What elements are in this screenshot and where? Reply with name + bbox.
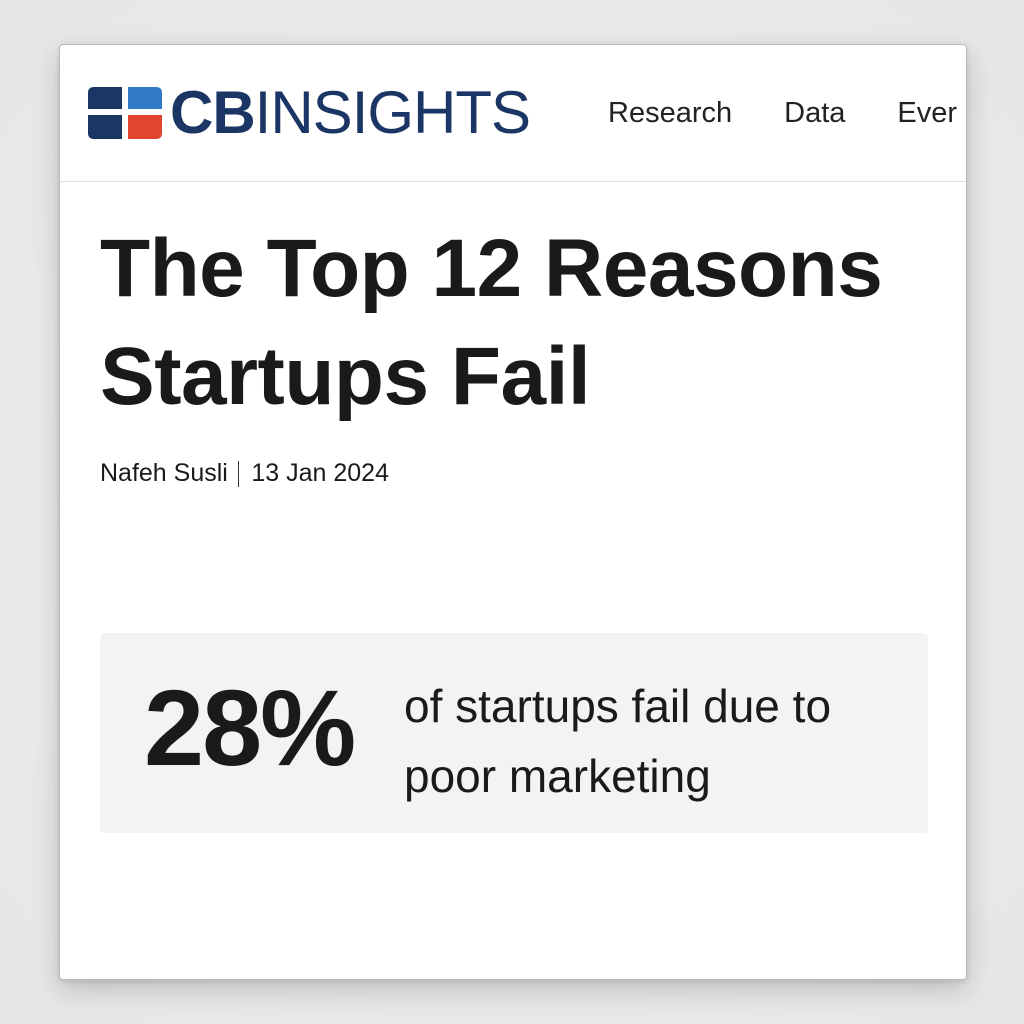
article-author[interactable]: Nafeh Susli <box>100 459 228 488</box>
article-byline: Nafeh Susli 13 Jan 2024 <box>100 459 930 488</box>
nav-item-research[interactable]: Research <box>608 93 732 133</box>
browser-window: CBINSIGHTS Research Data Ever The Top 12… <box>59 44 967 980</box>
nav-item-events[interactable]: Ever <box>897 93 957 133</box>
nav-item-data[interactable]: Data <box>784 93 845 133</box>
byline-divider <box>237 460 240 487</box>
article-header: The Top 12 Reasons Startups Fail Nafeh S… <box>100 215 930 488</box>
stat-description: of startups fail due to poor marketing <box>404 680 832 802</box>
stat-callout: 28% of startups fail due to poor marketi… <box>100 633 928 833</box>
site-header: CBINSIGHTS Research Data Ever <box>60 45 966 182</box>
cb-insights-logo-icon <box>88 87 162 139</box>
article-title: The Top 12 Reasons Startups Fail <box>100 223 883 422</box>
main-nav: Research Data Ever <box>608 93 966 133</box>
cb-insights-logo[interactable]: CBINSIGHTS <box>88 83 531 143</box>
background: CBINSIGHTS Research Data Ever The Top 12… <box>0 0 1024 1024</box>
logo-bold-text: CB <box>170 79 256 146</box>
stat-value: 28% <box>144 667 356 788</box>
logo-regular-text: INSIGHTS <box>254 79 531 146</box>
article-date: 13 Jan 2024 <box>251 459 389 487</box>
logo-wordmark: CBINSIGHTS <box>170 83 531 143</box>
